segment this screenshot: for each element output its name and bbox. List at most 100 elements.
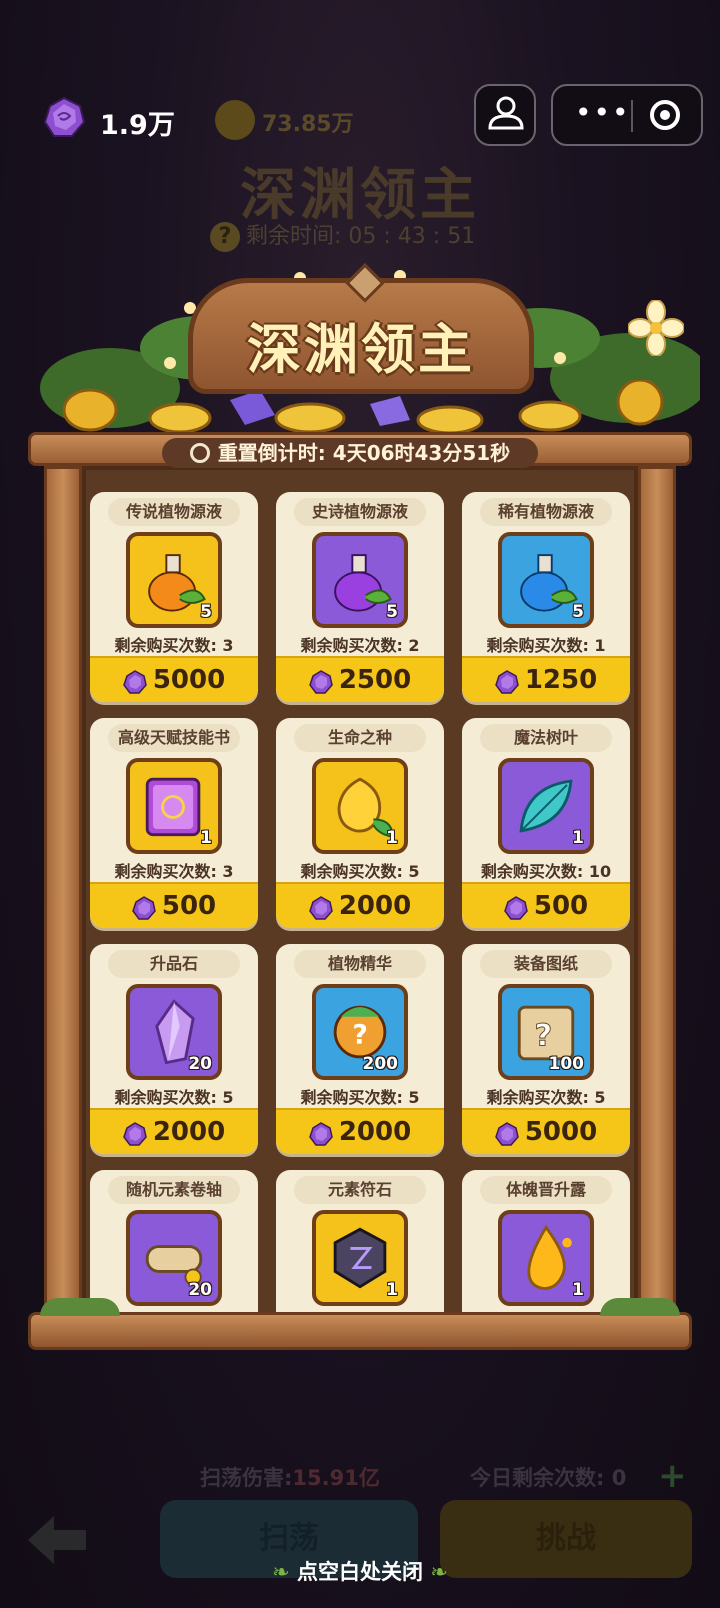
purple-gem-icon bbox=[308, 1122, 333, 1146]
buy-button[interactable]: 5000 bbox=[462, 1108, 630, 1154]
item-icon-frame: 5 bbox=[126, 532, 222, 628]
leaf-icon: ❧ bbox=[272, 1560, 297, 1584]
shop-title: 深渊领主 bbox=[247, 318, 475, 381]
close-hint[interactable]: ❧ 点空白处关闭 ❧ bbox=[0, 1556, 720, 1586]
item-name: 高级天赋技能书 bbox=[108, 724, 240, 752]
grass-decoration bbox=[600, 1298, 680, 1316]
item-quantity: 5 bbox=[386, 602, 398, 622]
svg-text:?: ? bbox=[352, 1019, 368, 1050]
item-icon-frame: 1 bbox=[312, 758, 408, 854]
buy-button[interactable]: 500 bbox=[90, 882, 258, 928]
item-icon-frame: ? 100 bbox=[498, 984, 594, 1080]
buy-button[interactable]: 2500 bbox=[276, 656, 444, 702]
item-name: 体魄晋升露 bbox=[480, 1176, 612, 1204]
buy-button[interactable]: 2000 bbox=[276, 1108, 444, 1154]
miniprogram-capsule: ••• bbox=[551, 84, 703, 146]
item-quantity: 1 bbox=[386, 1280, 398, 1300]
item-price: 2000 bbox=[152, 1117, 226, 1147]
item-price: 1250 bbox=[524, 665, 598, 695]
item-quantity: 20 bbox=[188, 1280, 212, 1300]
sweep-damage-value: 15.91亿 bbox=[292, 1466, 380, 1490]
boss-remaining-time: ? 剩余时间: 05 : 43 : 51 bbox=[210, 218, 475, 252]
purple-gem-icon bbox=[494, 670, 519, 694]
shop-post-right bbox=[638, 466, 676, 1316]
shop-item-card[interactable]: 史诗植物源液 5 剩余购买次数: 2 2500 bbox=[276, 492, 444, 702]
remaining-purchases: 剩余购买次数: 2 bbox=[300, 636, 420, 655]
sweep-damage-label: 扫荡伤害: bbox=[200, 1466, 293, 1490]
item-quantity: 1 bbox=[572, 828, 584, 848]
item-icon-frame: 1 bbox=[498, 1210, 594, 1306]
shop-item-card[interactable]: 植物精华? 200 剩余购买次数: 5 2000 bbox=[276, 944, 444, 1154]
item-price: 5000 bbox=[524, 1117, 598, 1147]
person-icon bbox=[488, 96, 524, 130]
item-name: 随机元素卷轴 bbox=[108, 1176, 240, 1204]
item-price: 2000 bbox=[338, 891, 412, 921]
item-quantity: 1 bbox=[386, 828, 398, 848]
item-icon-frame: 1 bbox=[498, 758, 594, 854]
purple-gem-icon bbox=[308, 670, 333, 694]
purple-gem-icon bbox=[308, 896, 333, 920]
shop-item-card[interactable]: 体魄晋升露 1 bbox=[462, 1170, 630, 1318]
shop-item-card[interactable]: 升品石 20 剩余购买次数: 5 2000 bbox=[90, 944, 258, 1154]
grass-decoration bbox=[40, 1298, 120, 1316]
item-icon-frame: 1 bbox=[312, 1210, 408, 1306]
buy-button[interactable]: 1250 bbox=[462, 656, 630, 702]
item-icon-frame: 1 bbox=[126, 758, 222, 854]
remaining-purchases: 剩余购买次数: 1 bbox=[486, 636, 606, 655]
shop-frame-bottom bbox=[28, 1312, 692, 1350]
reset-countdown: 重置倒计时: 4天06时43分51秒 bbox=[162, 438, 538, 468]
shop-item-card[interactable]: 魔法树叶 1 剩余购买次数: 10 500 bbox=[462, 718, 630, 928]
shop-item-card[interactable]: 高级天赋技能书 1 剩余购买次数: 3 500 bbox=[90, 718, 258, 928]
reset-countdown-text: 重置倒计时: 4天06时43分51秒 bbox=[217, 441, 511, 465]
item-name: 魔法树叶 bbox=[480, 724, 612, 752]
purple-gem-icon bbox=[122, 1122, 147, 1146]
item-quantity: 5 bbox=[572, 602, 584, 622]
item-quantity: 200 bbox=[362, 1054, 399, 1074]
item-quantity: 1 bbox=[200, 828, 212, 848]
item-icon-frame: 20 bbox=[126, 1210, 222, 1306]
item-icon-frame: 5 bbox=[498, 532, 594, 628]
item-name: 升品石 bbox=[108, 950, 240, 978]
coin-count: 73.85万 bbox=[262, 112, 354, 137]
item-name: 史诗植物源液 bbox=[294, 498, 426, 526]
user-profile-button[interactable] bbox=[474, 84, 536, 146]
purple-gem-icon bbox=[494, 1122, 519, 1146]
item-quantity: 5 bbox=[200, 602, 212, 622]
help-icon: ? bbox=[210, 222, 240, 252]
item-quantity: 20 bbox=[188, 1054, 212, 1074]
buy-button[interactable]: 2000 bbox=[90, 1108, 258, 1154]
shop-item-card[interactable]: 随机元素卷轴 20 bbox=[90, 1170, 258, 1318]
shop-item-card[interactable]: 元素符石 1 bbox=[276, 1170, 444, 1318]
item-icon-frame: 20 bbox=[126, 984, 222, 1080]
close-hint-text: 点空白处关闭 bbox=[297, 1560, 423, 1584]
item-quantity: 1 bbox=[572, 1280, 584, 1300]
item-name: 装备图纸 bbox=[480, 950, 612, 978]
shop-item-card[interactable]: 传说植物源液 5 剩余购买次数: 3 5000 bbox=[90, 492, 258, 702]
item-name: 稀有植物源液 bbox=[480, 498, 612, 526]
purple-gem-icon bbox=[122, 670, 147, 694]
remaining-purchases: 剩余购买次数: 5 bbox=[114, 1088, 234, 1107]
item-name: 传说植物源液 bbox=[108, 498, 240, 526]
shop-sign: 深渊领主 bbox=[188, 263, 534, 394]
item-icon-frame: ? 200 bbox=[312, 984, 408, 1080]
shop-item-grid[interactable]: 传说植物源液 5 剩余购买次数: 3 5000 史诗植物源液 5 剩余购买次数: 2 2500… bbox=[82, 480, 638, 1318]
shop-post-left bbox=[44, 466, 82, 1316]
sweep-damage: 扫荡伤害:15.91亿 bbox=[200, 1462, 380, 1492]
purple-gem-icon bbox=[504, 896, 528, 920]
shop-item-card[interactable]: 装备图纸? 100 剩余购买次数: 5 5000 bbox=[462, 944, 630, 1154]
remaining-attempts: 今日剩余次数: 0 bbox=[470, 1466, 627, 1490]
purple-gem-icon bbox=[43, 96, 86, 137]
coin-icon bbox=[215, 100, 255, 140]
shop-item-card[interactable]: 稀有植物源液 5 剩余购买次数: 1 1250 bbox=[462, 492, 630, 702]
add-attempts-icon: + bbox=[658, 1456, 687, 1496]
close-miniprogram-icon[interactable] bbox=[650, 100, 680, 130]
remaining-purchases: 剩余购买次数: 5 bbox=[300, 862, 420, 881]
remaining-purchases: 剩余购买次数: 3 bbox=[114, 636, 234, 655]
buy-button[interactable]: 2000 bbox=[276, 882, 444, 928]
shop-item-card[interactable]: 生命之种 1 剩余购买次数: 5 2000 bbox=[276, 718, 444, 928]
buy-button[interactable]: 500 bbox=[462, 882, 630, 928]
capsule-divider bbox=[631, 100, 633, 132]
item-icon-frame: 5 bbox=[312, 532, 408, 628]
more-dots-icon[interactable]: ••• bbox=[575, 96, 631, 129]
buy-button[interactable]: 5000 bbox=[90, 656, 258, 702]
